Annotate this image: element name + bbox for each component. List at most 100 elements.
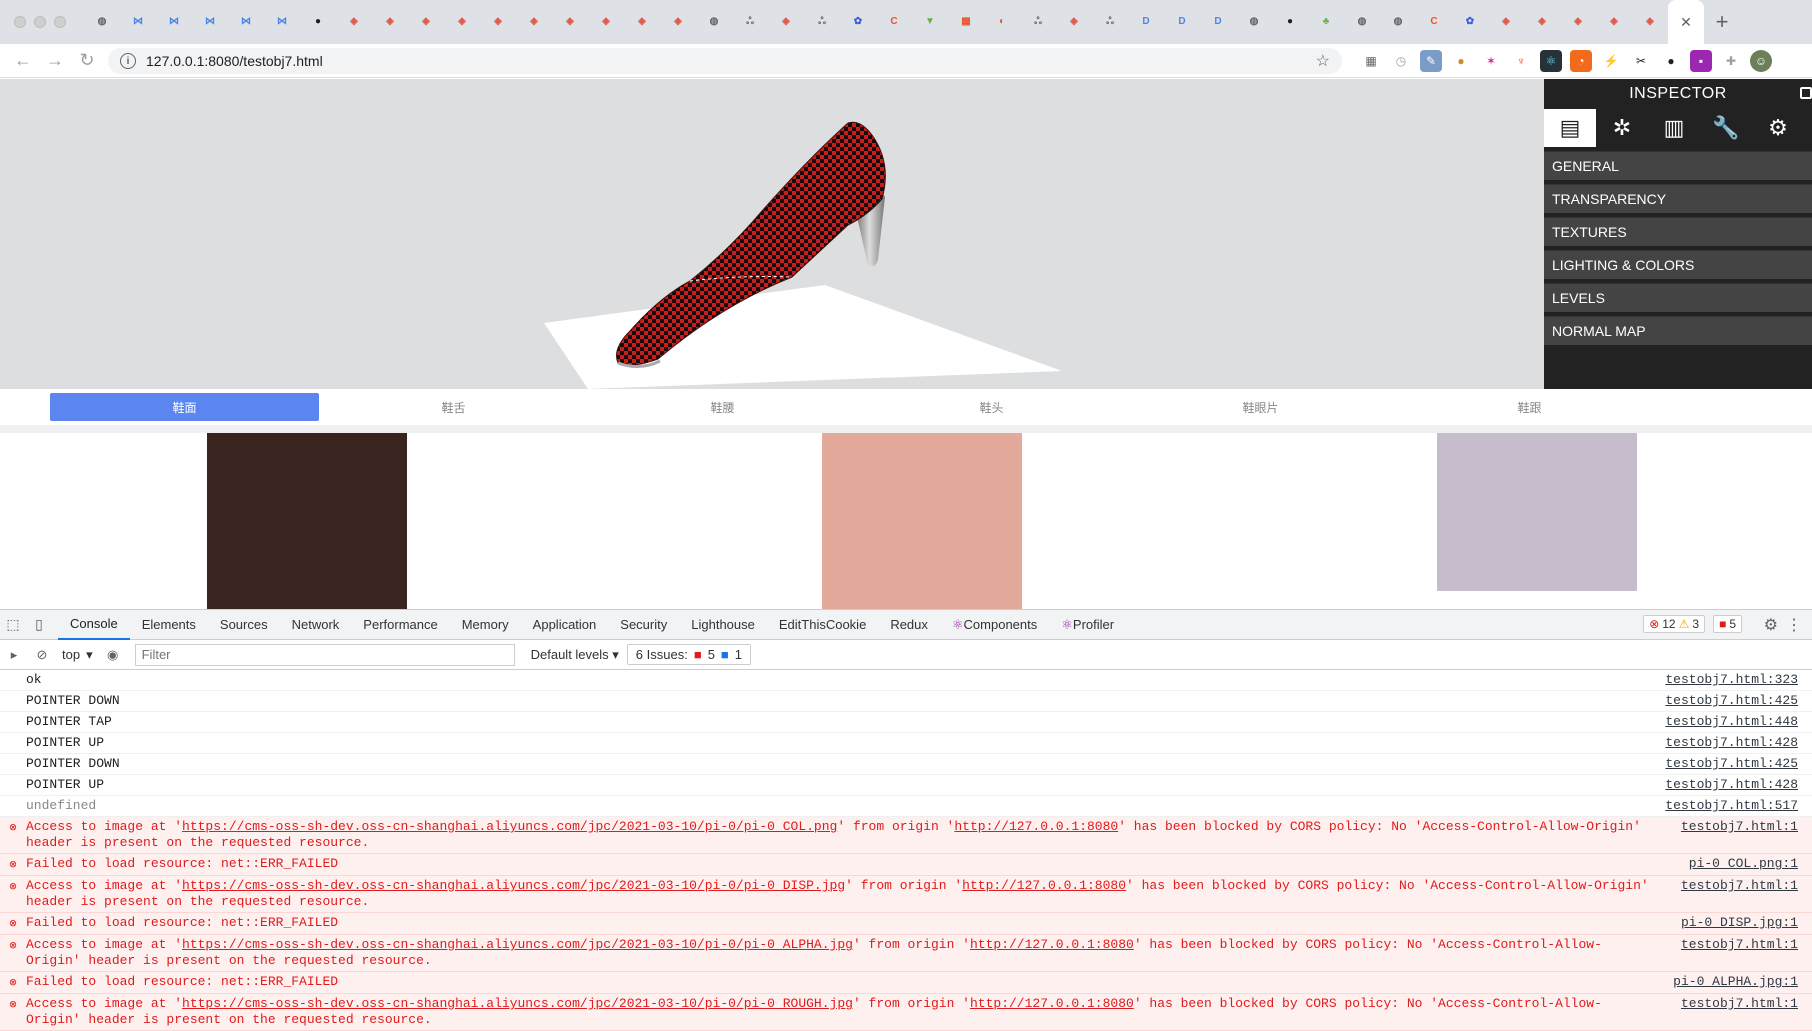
log-levels-select[interactable]: Default levels ▾ bbox=[523, 647, 627, 663]
part-tab[interactable]: 鞋头 bbox=[857, 393, 1126, 421]
browser-tab[interactable]: ◈ bbox=[1560, 0, 1596, 44]
browser-tab[interactable]: ◈ bbox=[516, 0, 552, 44]
resource-link[interactable]: https://cms-oss-sh-dev.oss-cn-shanghai.a… bbox=[182, 878, 845, 893]
resource-link[interactable]: https://cms-oss-sh-dev.oss-cn-shanghai.a… bbox=[182, 819, 837, 834]
browser-tab[interactable]: ◈ bbox=[1632, 0, 1668, 44]
browser-tab[interactable]: ◍ bbox=[696, 0, 732, 44]
devtools-tab[interactable]: EditThisCookie bbox=[767, 610, 878, 640]
origin-link[interactable]: http://127.0.0.1:8080 bbox=[954, 819, 1118, 834]
origin-link[interactable]: http://127.0.0.1:8080 bbox=[970, 937, 1134, 952]
github-ext-icon[interactable]: ● bbox=[1660, 50, 1682, 72]
wrench-icon[interactable]: 🔧 bbox=[1700, 109, 1752, 147]
devtools-tab[interactable]: Performance bbox=[351, 610, 449, 640]
source-link[interactable]: pi-0_COL.png:1 bbox=[1652, 856, 1812, 873]
browser-tab[interactable]: ● bbox=[1272, 0, 1308, 44]
browser-tab[interactable]: ⋈ bbox=[120, 0, 156, 44]
site-info-icon[interactable]: i bbox=[120, 53, 136, 69]
inspect-element-icon[interactable]: ⬚ bbox=[0, 616, 26, 633]
devtools-tab[interactable]: Security bbox=[608, 610, 679, 640]
browser-tab[interactable]: ஃ bbox=[804, 0, 840, 44]
gear-icon[interactable]: ⚙ bbox=[1752, 109, 1804, 147]
tree-ext-icon[interactable]: ♆ bbox=[1510, 50, 1532, 72]
source-link[interactable]: testobj7.html:323 bbox=[1652, 672, 1812, 688]
chart-icon[interactable]: ▥ bbox=[1648, 109, 1700, 147]
source-link[interactable]: testobj7.html:448 bbox=[1652, 714, 1812, 730]
close-tab-icon[interactable]: ✕ bbox=[1680, 14, 1692, 31]
clock-icon[interactable]: ◷ bbox=[1390, 50, 1412, 72]
sidebar-toggle-icon[interactable]: ▸ bbox=[0, 647, 28, 663]
maximize-window-button[interactable] bbox=[54, 16, 66, 28]
devtools-tab[interactable]: Network bbox=[280, 610, 352, 640]
origin-link[interactable]: http://127.0.0.1:8080 bbox=[962, 878, 1126, 893]
browser-tab[interactable]: ⋈ bbox=[228, 0, 264, 44]
browser-tab[interactable]: ◐ bbox=[984, 0, 1020, 44]
devtools-tab[interactable]: Memory bbox=[450, 610, 521, 640]
browser-tab[interactable]: ◈ bbox=[624, 0, 660, 44]
pen-icon[interactable]: ✎ bbox=[1420, 50, 1442, 72]
source-link[interactable]: testobj7.html:425 bbox=[1652, 693, 1812, 709]
devtools-tab[interactable]: Redux bbox=[878, 610, 940, 640]
popout-icon[interactable] bbox=[1800, 87, 1812, 99]
browser-tab[interactable]: ◈ bbox=[444, 0, 480, 44]
devtools-tab[interactable]: Lighthouse bbox=[679, 610, 767, 640]
browser-tab[interactable]: ◈ bbox=[552, 0, 588, 44]
eye-icon[interactable]: ◉ bbox=[99, 647, 127, 663]
part-tab[interactable]: 鞋面 bbox=[50, 393, 319, 421]
origin-link[interactable]: http://127.0.0.1:8080 bbox=[970, 996, 1134, 1011]
inspector-section[interactable]: NORMAL MAP bbox=[1544, 316, 1812, 345]
browser-tab[interactable]: ◍ bbox=[1344, 0, 1380, 44]
inspector-section[interactable]: LIGHTING & COLORS bbox=[1544, 250, 1812, 279]
browser-tab[interactable]: ஃ bbox=[732, 0, 768, 44]
puzzle-icon[interactable]: ✚ bbox=[1720, 50, 1742, 72]
device-toolbar-icon[interactable]: ▯ bbox=[26, 616, 52, 633]
devtools-tab[interactable]: Sources bbox=[208, 610, 280, 640]
new-tab-button[interactable]: + bbox=[1704, 9, 1740, 35]
3d-canvas[interactable] bbox=[0, 79, 1545, 389]
swatch-tweed[interactable] bbox=[1437, 433, 1637, 591]
devtools-tab[interactable]: Application bbox=[521, 610, 609, 640]
browser-tab[interactable]: ◈ bbox=[480, 0, 516, 44]
browser-tab[interactable]: ◈ bbox=[768, 0, 804, 44]
inspector-section[interactable]: TRANSPARENCY bbox=[1544, 184, 1812, 213]
bug-icon[interactable]: ✲ bbox=[1596, 109, 1648, 147]
context-selector[interactable]: top ▾ bbox=[56, 647, 99, 663]
source-link[interactable]: testobj7.html:1 bbox=[1652, 996, 1812, 1028]
browser-tab[interactable]: ◍ bbox=[1380, 0, 1416, 44]
browser-tab[interactable]: D bbox=[1200, 0, 1236, 44]
browser-tab[interactable]: C bbox=[876, 0, 912, 44]
swatch-leather[interactable] bbox=[207, 433, 407, 609]
resource-link[interactable]: https://cms-oss-sh-dev.oss-cn-shanghai.a… bbox=[182, 996, 853, 1011]
browser-tab[interactable]: D bbox=[1164, 0, 1200, 44]
console-filter-input[interactable] bbox=[134, 643, 515, 666]
browser-tab[interactable]: C bbox=[1416, 0, 1452, 44]
bookmark-star-icon[interactable]: ☆ bbox=[1316, 51, 1330, 71]
source-link[interactable]: testobj7.html:428 bbox=[1652, 735, 1812, 751]
active-tab[interactable]: ✕ bbox=[1668, 0, 1704, 44]
source-link[interactable]: pi-0_DISP.jpg:1 bbox=[1652, 915, 1812, 932]
browser-tab[interactable]: ● bbox=[300, 0, 336, 44]
address-bar[interactable]: i 127.0.0.1:8080/testobj7.html ☆ bbox=[108, 48, 1342, 74]
browser-tab[interactable]: ◍ bbox=[1236, 0, 1272, 44]
resource-link[interactable]: https://cms-oss-sh-dev.oss-cn-shanghai.a… bbox=[182, 937, 853, 952]
inspector-section[interactable]: TEXTURES bbox=[1544, 217, 1812, 246]
browser-tab[interactable]: ✿ bbox=[840, 0, 876, 44]
grid-icon[interactable]: ▦ bbox=[1360, 50, 1382, 72]
back-icon[interactable]: ← bbox=[10, 50, 36, 71]
browser-tab[interactable]: ✿ bbox=[1452, 0, 1488, 44]
document-icon[interactable]: ▤ bbox=[1544, 109, 1596, 147]
browser-tab[interactable]: ◈ bbox=[660, 0, 696, 44]
forward-icon[interactable]: → bbox=[42, 50, 68, 71]
part-tab[interactable]: 鞋舌 bbox=[319, 393, 588, 421]
part-tab[interactable]: 鞋眼片 bbox=[1126, 393, 1395, 421]
clock-ext-icon[interactable]: ◔ bbox=[1570, 50, 1592, 72]
source-link[interactable]: pi-0_ALPHA.jpg:1 bbox=[1652, 974, 1812, 991]
close-window-button[interactable] bbox=[14, 16, 26, 28]
browser-tab[interactable]: ⋈ bbox=[156, 0, 192, 44]
reload-icon[interactable]: ↻ bbox=[74, 50, 100, 71]
browser-tab[interactable]: ◈ bbox=[336, 0, 372, 44]
cookie-icon[interactable]: ● bbox=[1450, 50, 1472, 72]
part-tab[interactable]: 鞋腰 bbox=[588, 393, 857, 421]
source-link[interactable]: testobj7.html:428 bbox=[1652, 777, 1812, 793]
source-link[interactable]: testobj7.html:425 bbox=[1652, 756, 1812, 772]
browser-tab[interactable]: ◈ bbox=[1524, 0, 1560, 44]
